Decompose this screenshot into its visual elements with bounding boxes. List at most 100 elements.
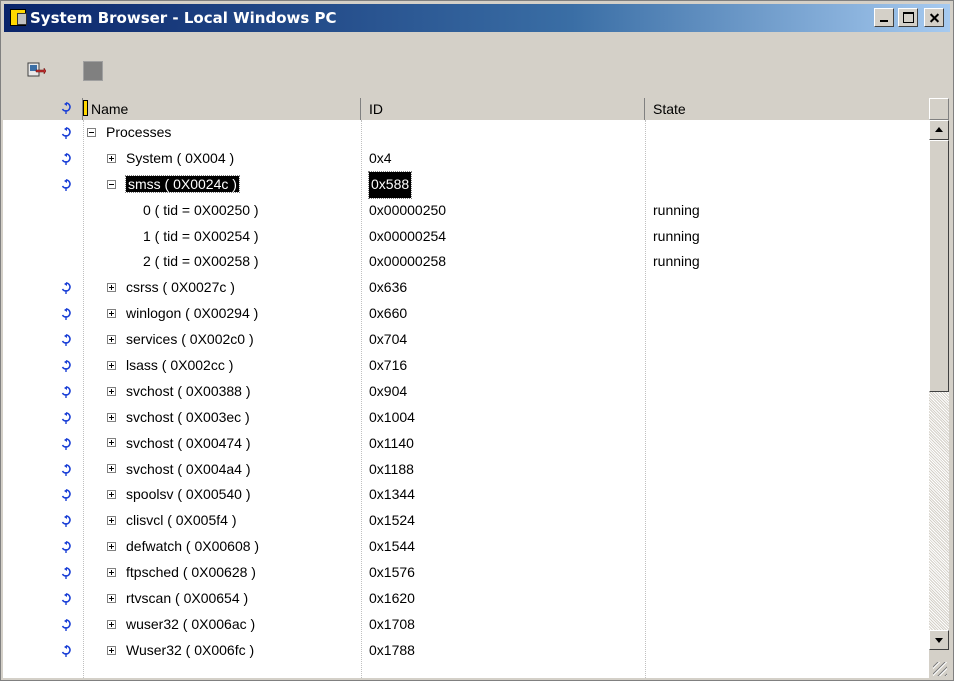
row-name: clisvcl ( 0X005f4 ): [107, 508, 236, 534]
row-id: 0x1344: [369, 486, 415, 503]
expand-icon[interactable]: [107, 360, 116, 370]
expand-icon[interactable]: [107, 516, 116, 526]
expand-icon[interactable]: [107, 386, 116, 396]
state-column-header[interactable]: State: [645, 98, 929, 120]
row-id: 0x4: [369, 149, 392, 166]
state-column-label: State: [653, 101, 686, 117]
tree-row[interactable]: 2 ( tid = 0X00258 ) 0x00000258 running: [3, 249, 929, 275]
tree-row[interactable]: services ( 0X002c0 ) 0x704: [3, 327, 929, 353]
row-id: 0x1524: [369, 512, 415, 529]
expand-icon[interactable]: [107, 334, 116, 344]
resize-grip[interactable]: [929, 652, 949, 678]
row-id: 0x1140: [369, 434, 414, 451]
expand-icon[interactable]: [107, 283, 116, 293]
tree-row[interactable]: svchost ( 0X003ec ) 0x1004: [3, 405, 929, 431]
row-name: lsass ( 0X002cc ): [107, 353, 233, 379]
tree-row[interactable]: csrss ( 0X0027c ) 0x636: [3, 275, 929, 301]
row-id: 0x00000250: [369, 201, 447, 218]
collapse-icon[interactable]: [87, 127, 96, 137]
refresh-indicator-icon: [61, 515, 71, 528]
expand-icon[interactable]: [107, 567, 116, 577]
row-name: System ( 0X004 ): [107, 146, 234, 172]
row-id: 0x00000258: [369, 253, 447, 270]
refresh-indicator-icon: [61, 102, 71, 114]
tree-row[interactable]: smss ( 0X0024c ) 0x588: [3, 170, 929, 199]
scroll-down-button[interactable]: [929, 630, 949, 650]
close-button[interactable]: [924, 8, 944, 27]
row-name: 0 ( tid = 0X00250 ): [143, 198, 259, 224]
row-name: spoolsv ( 0X00540 ): [107, 482, 251, 508]
row-id: 0x660: [369, 305, 408, 322]
tree-row[interactable]: System ( 0X004 ) 0x4: [3, 146, 929, 172]
expand-icon[interactable]: [107, 153, 116, 163]
expand-icon[interactable]: [107, 619, 116, 629]
app-icon[interactable]: [10, 9, 27, 26]
tree-row[interactable]: svchost ( 0X00388 ) 0x904: [3, 379, 929, 405]
tree-row[interactable]: 1 ( tid = 0X00254 ) 0x00000254 running: [3, 224, 929, 250]
refresh-indicator-icon: [61, 127, 71, 139]
minimize-button[interactable]: [874, 8, 894, 27]
expand-icon[interactable]: [107, 593, 116, 603]
tree-row[interactable]: Processes: [3, 120, 929, 146]
expand-icon[interactable]: [107, 464, 116, 474]
row-name: ftpsched ( 0X00628 ): [107, 560, 256, 586]
name-column-header[interactable]: Name: [83, 98, 361, 120]
row-label: 2 ( tid = 0X00258 ): [143, 253, 259, 270]
process-tree-grid[interactable]: Name ID State Processes System ( 0X004 ) 0…: [3, 98, 929, 678]
row-name: svchost ( 0X004a4 ): [107, 457, 251, 483]
row-id: 0x1620: [369, 590, 415, 607]
row-name: csrss ( 0X0027c ): [107, 275, 235, 301]
tree-row[interactable]: Wuser32 ( 0X006fc ) 0x1788: [3, 638, 929, 664]
refresh-indicator-icon: [61, 178, 71, 191]
tree-row[interactable]: 0 ( tid = 0X00250 ) 0x00000250 running: [3, 198, 929, 224]
column-header: Name ID State: [3, 98, 929, 120]
row-label: rtvscan ( 0X00654 ): [126, 590, 249, 607]
tree-row[interactable]: wuser32 ( 0X006ac ) 0x1708: [3, 612, 929, 638]
refresh-indicator-icon: [61, 308, 71, 321]
expand-icon[interactable]: [107, 412, 116, 422]
row-label: winlogon ( 0X00294 ): [126, 305, 259, 322]
scroll-up-button[interactable]: [929, 120, 949, 140]
tree-row[interactable]: clisvcl ( 0X005f4 ) 0x1524: [3, 508, 929, 534]
refresh-indicator-icon: [61, 282, 71, 295]
scroll-thumb[interactable]: [929, 140, 949, 392]
row-label: 1 ( tid = 0X00254 ): [143, 227, 259, 244]
id-column-header[interactable]: ID: [361, 98, 645, 120]
row-label: csrss ( 0X0027c ): [126, 279, 235, 296]
expand-icon[interactable]: [107, 438, 116, 448]
tree-row[interactable]: lsass ( 0X002cc ) 0x716: [3, 353, 929, 379]
collapse-icon[interactable]: [107, 179, 116, 189]
row-label: wuser32 ( 0X006ac ): [126, 615, 256, 632]
refresh-indicator-icon: [61, 618, 71, 631]
row-label: lsass ( 0X002cc ): [126, 357, 234, 374]
row-name: svchost ( 0X00388 ): [107, 379, 251, 405]
scrollbar-header-corner: [929, 98, 949, 120]
expand-icon[interactable]: [107, 645, 116, 655]
row-id: 0x704: [369, 331, 408, 348]
tree-row[interactable]: spoolsv ( 0X00540 ) 0x1344: [3, 482, 929, 508]
refresh-indicator-icon: [61, 437, 71, 450]
indicator-column-header[interactable]: [3, 98, 83, 120]
expand-icon[interactable]: [107, 542, 116, 552]
title-bar[interactable]: System Browser - Local Windows PC: [4, 4, 950, 32]
tree-row[interactable]: defwatch ( 0X00608 ) 0x1544: [3, 534, 929, 560]
tree-row[interactable]: rtvscan ( 0X00654 ) 0x1620: [3, 586, 929, 612]
stop-icon[interactable]: [83, 61, 103, 81]
expand-icon[interactable]: [107, 490, 116, 500]
tree-row[interactable]: ftpsched ( 0X00628 ) 0x1576: [3, 560, 929, 586]
row-id: 0x1708: [369, 615, 415, 632]
refresh-indicator-icon: [61, 541, 71, 554]
row-label: services ( 0X002c0 ): [126, 331, 254, 348]
vertical-scrollbar[interactable]: [929, 98, 949, 678]
refresh-indicator-icon: [61, 152, 71, 165]
refresh-indicator-icon: [61, 593, 71, 606]
tree-row[interactable]: svchost ( 0X00474 ) 0x1140: [3, 431, 929, 457]
tree-row[interactable]: winlogon ( 0X00294 ) 0x660: [3, 301, 929, 327]
tree-row[interactable]: svchost ( 0X004a4 ) 0x1188: [3, 457, 929, 483]
refresh-browse-icon[interactable]: [26, 60, 46, 80]
expand-icon[interactable]: [107, 309, 116, 319]
row-name: rtvscan ( 0X00654 ): [107, 586, 248, 612]
refresh-indicator-icon: [61, 360, 71, 373]
row-name: Wuser32 ( 0X006fc ): [107, 638, 254, 664]
maximize-button[interactable]: [898, 8, 918, 27]
